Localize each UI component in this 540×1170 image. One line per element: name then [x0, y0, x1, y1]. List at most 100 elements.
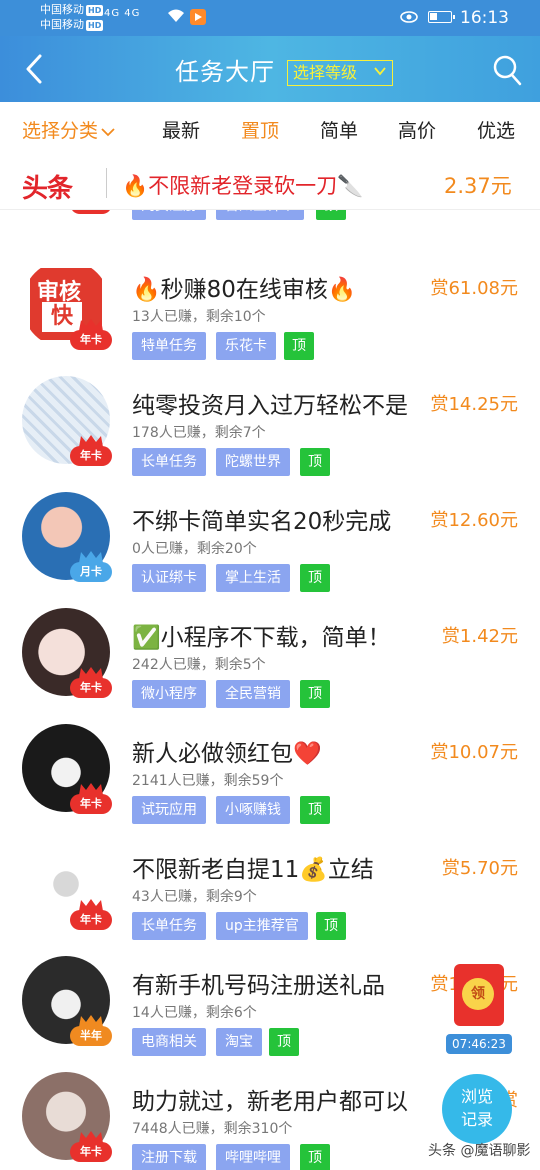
tag: 全民营销: [216, 680, 290, 708]
pinned-tag: 顶: [300, 564, 330, 592]
pinned-tag: 顶: [316, 912, 346, 940]
browse-history-button[interactable]: 浏览 记录: [442, 1074, 512, 1144]
banner-price: 2.37元: [444, 174, 512, 198]
task-stats: 14人已赚，剩余6个: [132, 1005, 257, 1021]
task-reward: 赏5.70元: [441, 858, 518, 879]
task-stats: 178人已赚，剩余7个: [132, 425, 266, 441]
chevron-down-icon: [101, 127, 115, 136]
tab-featured[interactable]: 优选: [477, 116, 515, 143]
tag: 乐花卡: [216, 332, 276, 360]
tag: 特单任务: [132, 332, 206, 360]
floating-red-packet[interactable]: 领 07:46:23: [446, 964, 512, 1054]
level-select-dropdown[interactable]: 选择等级: [287, 60, 393, 86]
badge-label: 半年: [70, 1026, 112, 1046]
task-stats: 13人已赚，剩余10个: [132, 309, 266, 325]
back-arrow-icon[interactable]: [20, 52, 50, 86]
list-item[interactable]: 年卡 不限新老自提11💰立结 赏5.70元 43人已赚，剩余9个 长单任务 up…: [0, 840, 540, 956]
divider: [106, 168, 107, 198]
task-reward: 赏14.25元: [430, 394, 518, 415]
tab-pinned[interactable]: 置顶: [241, 116, 279, 143]
badge-label: 月卡: [70, 562, 112, 582]
coin-icon: 领: [462, 978, 494, 1010]
list-item[interactable]: 年卡 ✅小程序不下载，简单！ 赏1.42元 242人已赚，剩余5个 微小程序 全…: [0, 608, 540, 724]
task-title: 新人必做领红包❤️: [132, 741, 322, 767]
carrier-info: 中国移动 HD 中国移动 HD: [40, 2, 104, 32]
task-title: 纯零投资月入过万轻松不是: [132, 393, 408, 419]
pinned-tag: 顶: [269, 1028, 299, 1056]
task-stats: 242人已赚，剩余5个: [132, 657, 266, 673]
search-icon[interactable]: [492, 54, 522, 86]
tag: 淘宝: [216, 1028, 262, 1056]
tag: 掌上生活: [216, 564, 290, 592]
badge-label: 年卡: [70, 910, 112, 930]
badge-label: 年卡: [70, 330, 112, 350]
task-reward: 赏12.60元: [430, 510, 518, 531]
tab-category-label: 选择分类: [22, 120, 99, 142]
pinned-tag: 顶: [300, 680, 330, 708]
task-reward: 赏1.42元: [441, 626, 518, 647]
badge-label: 年卡: [70, 794, 112, 814]
pinned-tag: 顶: [300, 448, 330, 476]
member-badge: 月卡: [70, 550, 112, 584]
banner-text: 🔥不限新老登录砍一刀🔪: [122, 174, 364, 198]
tag: 长单任务: [132, 448, 206, 476]
task-stats: 0人已赚，剩余20个: [132, 541, 257, 557]
badge-label: 年卡: [70, 678, 112, 698]
tab-newest[interactable]: 最新: [162, 116, 200, 143]
hd-badge: HD: [86, 4, 104, 16]
toutiao-logo: 头条: [22, 174, 73, 204]
task-title: ✅小程序不下载，简单！: [132, 625, 391, 651]
hd-badge: HD: [86, 19, 104, 31]
tag: 台州金钟罩: [216, 210, 304, 220]
list-item[interactable]: 审核 快 年卡 🔥秒赚80在线审核🔥 赏61.08元 13人已赚，剩余10个 特…: [0, 260, 540, 376]
tag: 长单任务: [132, 912, 206, 940]
wifi-icon: [168, 9, 184, 22]
page-title: 任务大厅: [175, 58, 275, 86]
pinned-tag: 顶: [284, 332, 314, 360]
app-header: 任务大厅 选择等级: [0, 36, 540, 102]
member-badge: 半年: [70, 1014, 112, 1048]
chevron-down-icon: [374, 67, 386, 76]
list-item[interactable]: 年卡 纯零投资月入过万轻松不是 赏14.25元 178人已赚，剩余7个 长单任务…: [0, 376, 540, 492]
task-stats: 7448人已赚，剩余310个: [132, 1121, 293, 1137]
tag: 陀螺世界: [216, 448, 290, 476]
task-title: 不绑卡简单实名20秒完成: [132, 509, 392, 535]
filter-tabs: 选择分类 最新 置顶 简单 高价 优选: [0, 102, 540, 156]
browse-label-2: 记录: [460, 1110, 493, 1129]
badge-label: 年卡: [70, 210, 112, 214]
tag: up主推荐官: [216, 912, 308, 940]
app-notification-icon: [190, 9, 206, 25]
member-badge: 年卡: [70, 666, 112, 700]
badge-label: 年卡: [70, 1142, 112, 1162]
member-badge: 年卡: [70, 1130, 112, 1164]
pinned-tag: 顶: [300, 796, 330, 824]
signal-icon: 4G 4G: [104, 8, 141, 19]
watermark: 头条 @魔语聊影: [428, 1143, 531, 1159]
tag: 哔哩哔哩: [216, 1144, 290, 1170]
tag: 注册下载: [132, 1144, 206, 1170]
tab-high-price[interactable]: 高价: [398, 116, 436, 143]
tag: 小啄赚钱: [216, 796, 290, 824]
promo-banner[interactable]: 头条 🔥不限新老登录砍一刀🔪 2.37元: [0, 156, 540, 210]
carrier-2: 中国移动: [40, 18, 84, 31]
carrier-1: 中国移动: [40, 3, 84, 16]
task-stats: 2141人已赚，剩余59个: [132, 773, 284, 789]
list-item[interactable]: 年卡 网页注册 台州金钟罩 顶: [0, 210, 540, 236]
task-reward: 赏61.08元: [430, 278, 518, 299]
tag: 试玩应用: [132, 796, 206, 824]
tag: 网页注册: [132, 210, 206, 220]
tab-simple[interactable]: 简单: [320, 116, 358, 143]
badge-label: 年卡: [70, 446, 112, 466]
task-stats: 43人已赚，剩余9个: [132, 889, 257, 905]
browse-label-1: 浏览: [460, 1087, 493, 1106]
list-item[interactable]: 月卡 不绑卡简单实名20秒完成 赏12.60元 0人已赚，剩余20个 认证绑卡 …: [0, 492, 540, 608]
list-item[interactable]: 年卡 新人必做领红包❤️ 赏10.07元 2141人已赚，剩余59个 试玩应用 …: [0, 724, 540, 840]
task-title: 有新手机号码注册送礼品: [132, 973, 385, 999]
level-select-label: 选择等级: [293, 63, 358, 82]
member-badge: 年卡: [70, 210, 112, 216]
tab-category[interactable]: 选择分类: [22, 116, 115, 143]
pinned-tag: 顶: [316, 210, 346, 220]
task-title: 不限新老自提11💰立结: [132, 857, 374, 883]
member-badge: 年卡: [70, 318, 112, 352]
task-reward: 赏10.07元: [430, 742, 518, 763]
